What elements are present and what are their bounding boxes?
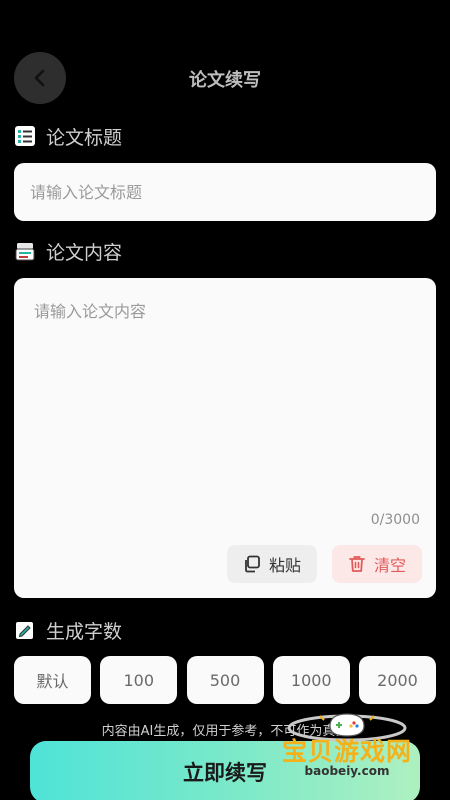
word-count-option-default[interactable]: 默认	[14, 656, 91, 704]
content-input-container: 0/3000 粘贴 清空	[14, 278, 436, 598]
word-count-option-2000[interactable]: 2000	[359, 656, 436, 704]
word-count-options: 默认 100 500 1000 2000	[14, 656, 436, 704]
document-stack-icon	[14, 240, 36, 262]
title-section-text: 论文标题	[46, 126, 123, 149]
header: 论文续写	[0, 52, 450, 104]
paste-button[interactable]: 粘贴	[227, 545, 317, 583]
watermark-url: baobeiy.com	[304, 764, 390, 778]
clear-button-label: 清空	[373, 556, 406, 575]
watermark: 宝贝游戏网 baobeiy.com	[272, 706, 422, 786]
char-counter: 0/3000	[370, 512, 420, 528]
submit-button-label: 立即续写	[183, 761, 267, 785]
list-icon	[14, 125, 36, 147]
page-title: 论文续写	[189, 70, 261, 91]
clear-button[interactable]: 清空	[332, 545, 422, 583]
content-section-label: 论文内容	[14, 238, 122, 264]
title-input[interactable]	[14, 163, 436, 221]
watermark-text: 宝贝游戏网	[281, 737, 412, 766]
paste-button-label: 粘贴	[268, 556, 301, 575]
content-input[interactable]	[14, 278, 436, 498]
edit-note-icon	[14, 619, 36, 641]
word-count-option-100[interactable]: 100	[100, 656, 178, 704]
title-section-label: 论文标题	[14, 123, 122, 149]
title-input-container	[14, 163, 436, 221]
word-count-option-1000[interactable]: 1000	[272, 656, 350, 704]
word-count-option-500[interactable]: 500	[186, 656, 264, 704]
count-section-text: 生成字数	[46, 620, 123, 643]
count-section-label: 生成字数	[14, 617, 122, 643]
content-section-text: 论文内容	[46, 241, 123, 264]
copy-icon	[245, 555, 260, 573]
trash-icon	[349, 556, 365, 572]
